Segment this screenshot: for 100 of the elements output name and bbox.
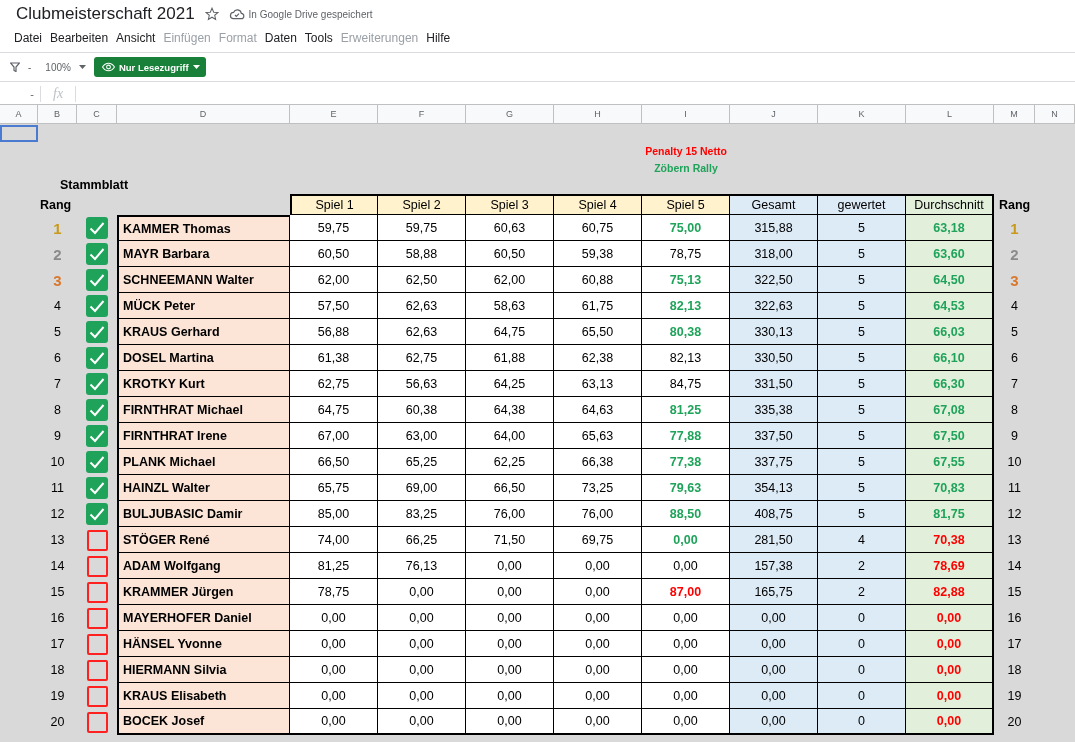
score-cell: 59,75 [378, 215, 466, 241]
score-cell: 0,00 [290, 709, 378, 735]
average-cell: 64,53 [906, 293, 994, 319]
selected-cell[interactable] [0, 125, 38, 142]
score-cell: 62,38 [554, 345, 642, 371]
checkbox[interactable] [86, 607, 108, 629]
column-header[interactable]: G [466, 105, 554, 123]
score-cell: 66,25 [378, 527, 466, 553]
rank-number: 12 [49, 506, 66, 523]
rank-number: 11 [1007, 480, 1022, 497]
checkbox[interactable] [86, 217, 108, 239]
column-heading: Durchschnitt [906, 194, 994, 215]
average-cell: 63,18 [906, 215, 994, 241]
score-cell: 0,00 [554, 579, 642, 605]
score-cell: 0,00 [466, 709, 554, 735]
rank-number: 18 [49, 662, 66, 679]
menu-item[interactable]: Bearbeiten [47, 31, 112, 45]
rank-number: 17 [49, 636, 66, 653]
score-cell: 62,63 [378, 319, 466, 345]
column-header[interactable]: A [0, 105, 38, 123]
column-header[interactable]: J [730, 105, 818, 123]
rank-number: 11 [50, 480, 65, 497]
column-header[interactable]: D [117, 105, 290, 123]
section-label: Stammblatt [59, 177, 129, 194]
counted-cell: 0 [818, 631, 906, 657]
column-header[interactable]: L [906, 105, 994, 123]
checkbox[interactable] [86, 685, 108, 707]
read-only-button[interactable]: Nur Lesezugriff [93, 57, 206, 77]
checkbox[interactable] [86, 711, 108, 733]
total-cell: 408,75 [730, 501, 818, 527]
score-cell: 60,38 [378, 397, 466, 423]
score-cell: 0,00 [642, 631, 730, 657]
checkbox[interactable] [86, 295, 108, 317]
filter-icon[interactable] [10, 62, 20, 72]
rank-number: 2 [52, 244, 63, 265]
score-cell: 64,00 [466, 423, 554, 449]
score-cell: 0,00 [466, 553, 554, 579]
checkbox[interactable] [86, 373, 108, 395]
column-header[interactable]: K [818, 105, 906, 123]
name-cell: HAINZL Walter [117, 475, 290, 501]
checkbox[interactable] [86, 477, 108, 499]
score-cell: 76,00 [466, 501, 554, 527]
checkbox[interactable] [86, 425, 108, 447]
column-header[interactable]: C [77, 105, 117, 123]
checkbox[interactable] [86, 529, 108, 551]
checkbox[interactable] [86, 243, 108, 265]
menu-item[interactable]: Tools [301, 31, 336, 45]
rank-number: 8 [1010, 402, 1019, 419]
column-header[interactable]: N [1035, 105, 1075, 123]
rank-number: 6 [1010, 350, 1019, 367]
score-cell: 0,00 [642, 605, 730, 631]
score-cell: 0,00 [290, 657, 378, 683]
checkbox[interactable] [86, 269, 108, 291]
star-icon[interactable] [204, 7, 219, 21]
menu-item[interactable]: Datei [11, 31, 45, 45]
rank-number: 4 [1010, 298, 1019, 315]
rank-number: 5 [1010, 324, 1019, 341]
score-cell: 65,25 [378, 449, 466, 475]
counted-cell: 5 [818, 501, 906, 527]
rank-number: 14 [1006, 558, 1023, 575]
menu-item[interactable]: Daten [261, 31, 300, 45]
average-cell: 70,38 [906, 527, 994, 553]
document-title[interactable]: Clubmeisterschaft 2021 [16, 4, 195, 24]
eye-icon [101, 62, 115, 72]
rank-number: 3 [52, 270, 63, 291]
total-cell: 330,50 [730, 345, 818, 371]
checkbox[interactable] [86, 321, 108, 343]
checkbox[interactable] [86, 503, 108, 525]
column-header[interactable]: E [290, 105, 378, 123]
rank-number: 16 [49, 610, 66, 627]
checkbox[interactable] [86, 347, 108, 369]
column-header[interactable]: H [554, 105, 642, 123]
checkbox[interactable] [86, 659, 108, 681]
total-cell: 0,00 [730, 631, 818, 657]
menu-item[interactable]: Ansicht [113, 31, 159, 45]
column-header[interactable]: F [378, 105, 466, 123]
score-cell: 61,38 [290, 345, 378, 371]
score-cell: 56,63 [378, 371, 466, 397]
checkbox[interactable] [86, 451, 108, 473]
checkbox[interactable] [86, 581, 108, 603]
counted-cell: 0 [818, 657, 906, 683]
column-header[interactable]: I [642, 105, 730, 123]
average-cell: 63,60 [906, 241, 994, 267]
column-heading: Spiel 1 [290, 194, 378, 215]
checkbox[interactable] [86, 555, 108, 577]
name-box[interactable]: - [0, 88, 40, 100]
average-cell: 0,00 [906, 657, 994, 683]
score-cell: 74,00 [290, 527, 378, 553]
checkbox[interactable] [86, 633, 108, 655]
checkbox[interactable] [86, 399, 108, 421]
score-cell: 0,00 [554, 709, 642, 735]
menu-item[interactable]: Hilfe [423, 31, 454, 45]
score-cell: 0,00 [378, 631, 466, 657]
total-cell: 165,75 [730, 579, 818, 605]
column-header[interactable]: M [994, 105, 1035, 123]
score-cell: 81,25 [642, 397, 730, 423]
column-header[interactable]: B [38, 105, 77, 123]
zoom-dropdown[interactable]: 100% [45, 61, 86, 73]
score-cell: 63,00 [378, 423, 466, 449]
name-cell: MAYR Barbara [117, 241, 290, 267]
